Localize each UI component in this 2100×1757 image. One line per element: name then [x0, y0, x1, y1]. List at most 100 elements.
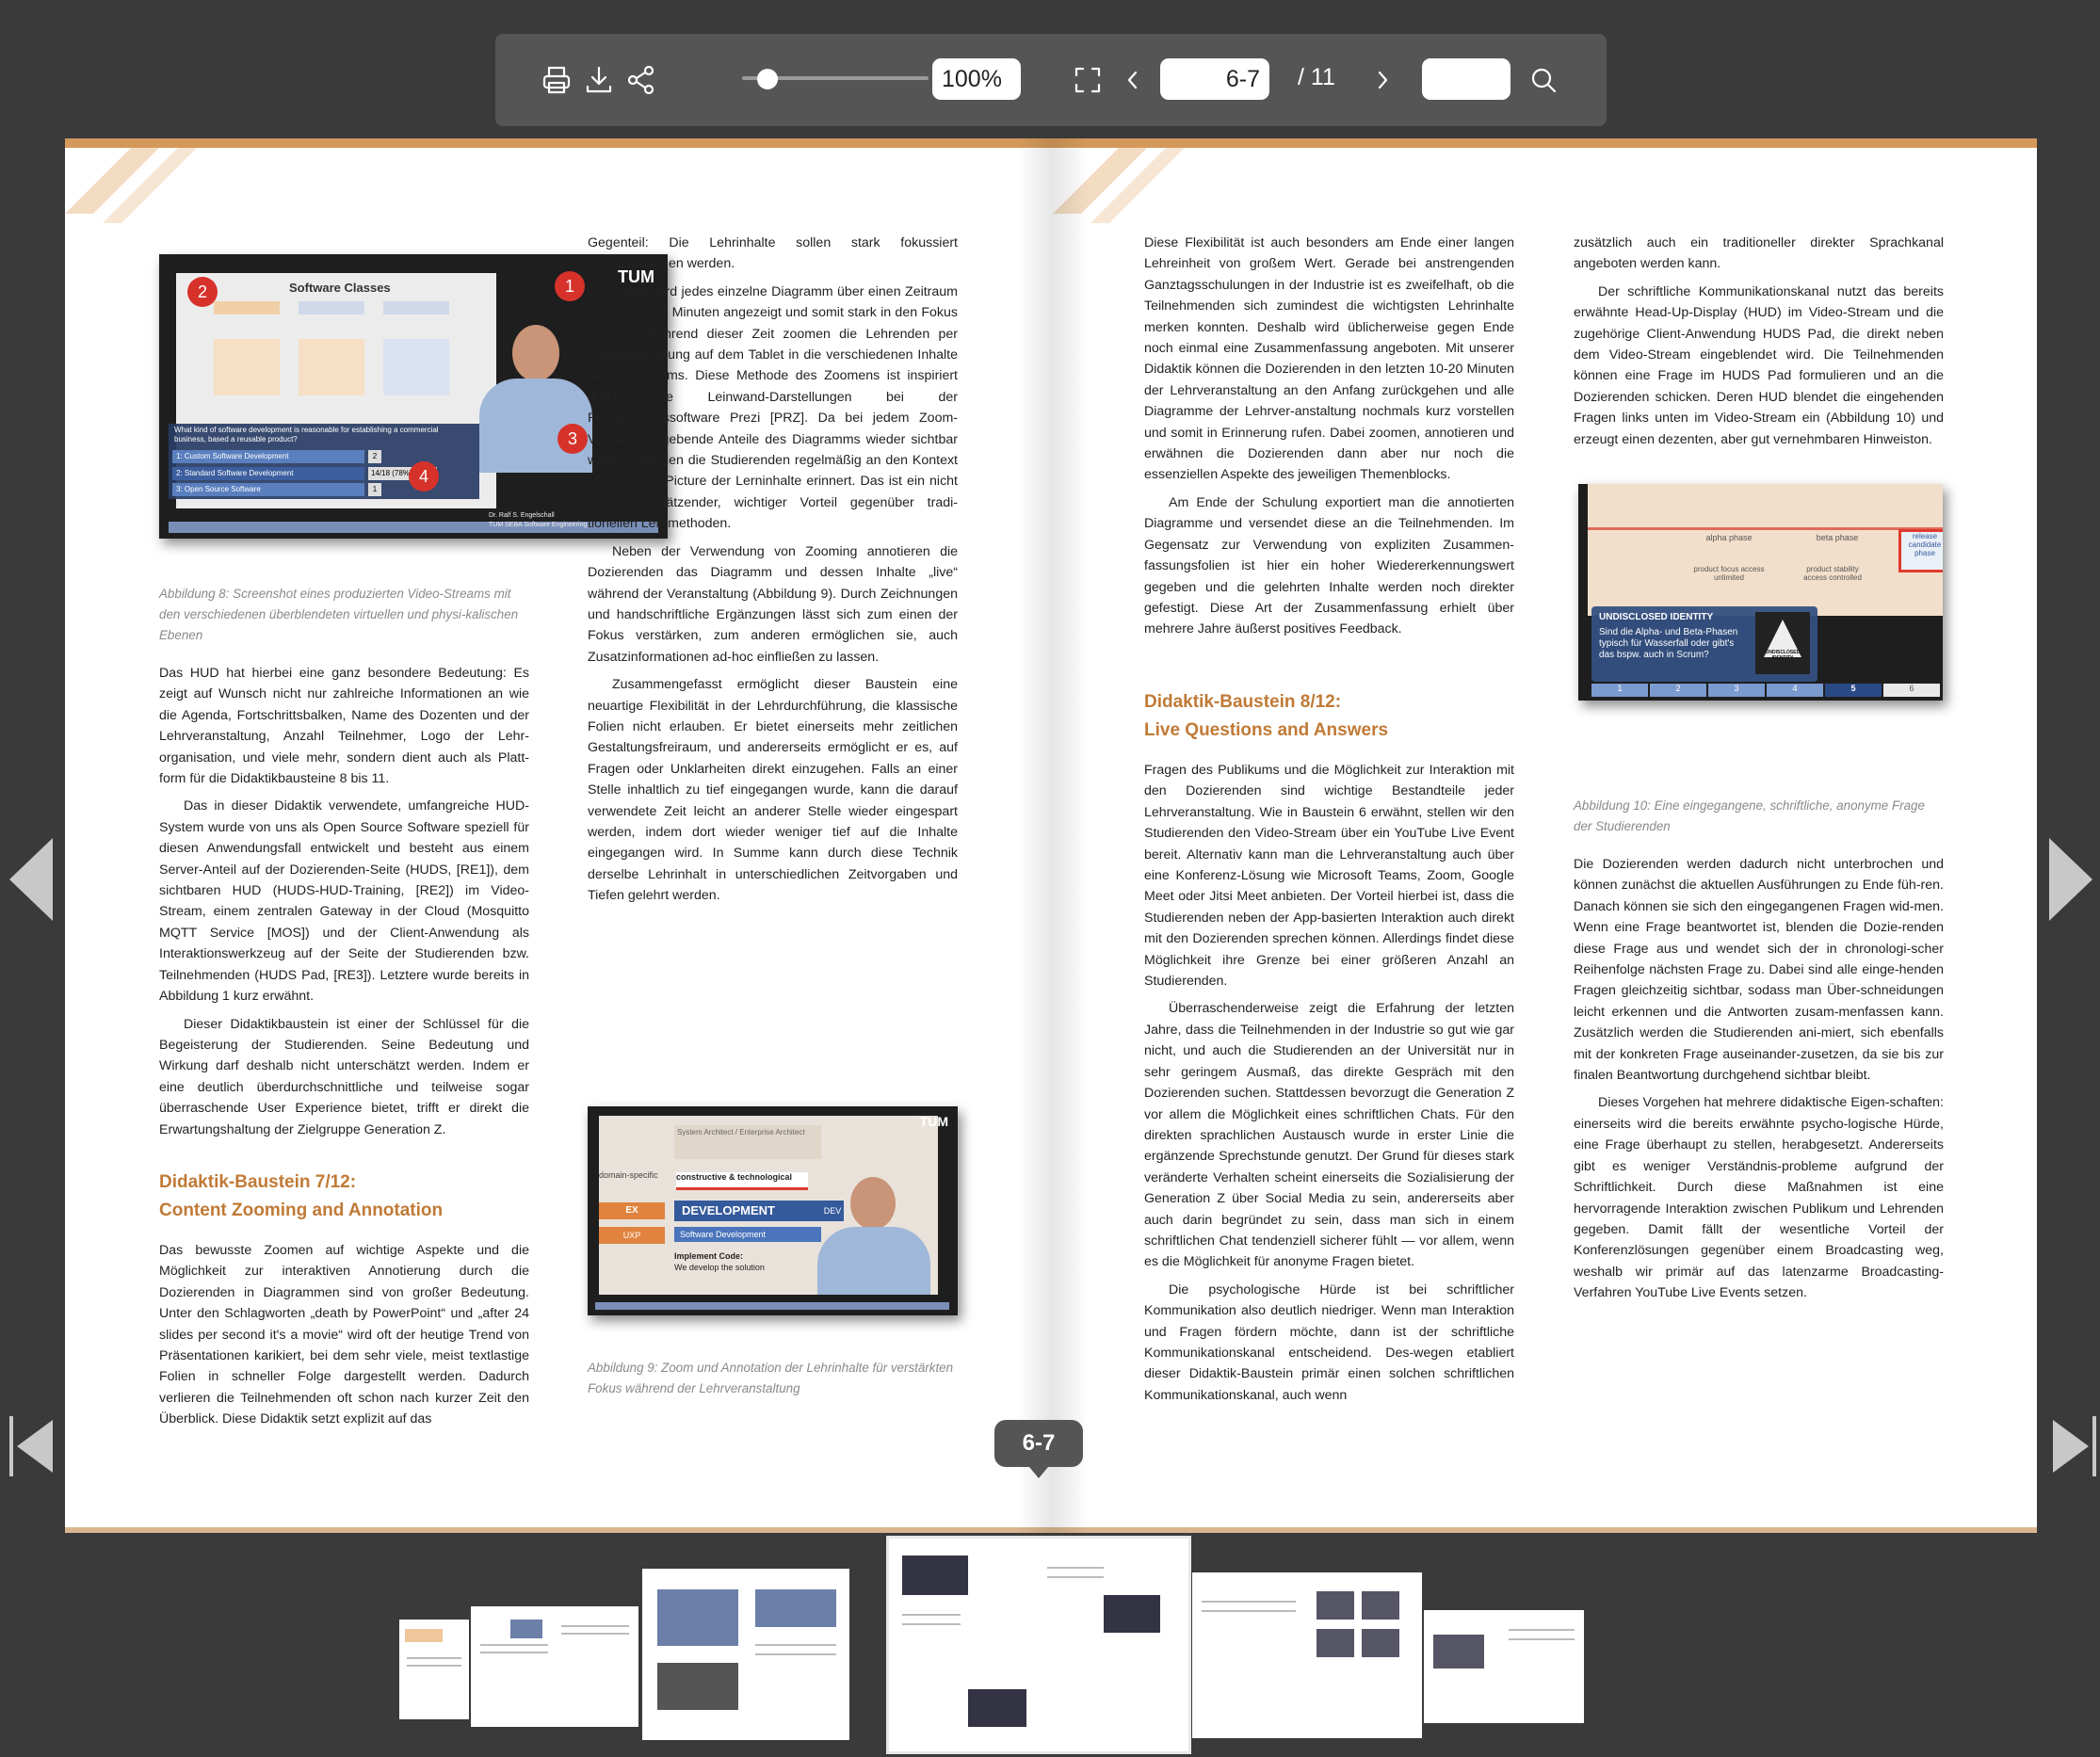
right-page-column-2b: Die Dozierenden werden dadurch nicht unt… — [1574, 854, 1944, 1311]
current-page-badge: 6-7 — [994, 1420, 1083, 1478]
thumbnail-page-8-9[interactable] — [1192, 1572, 1422, 1738]
section-heading-8-number: Didaktik-Baustein 8/12: — [1144, 692, 1342, 712]
paragraph: zusätzlich auch ein traditioneller direk… — [1574, 235, 1944, 272]
figure-10-video-screenshot: alpha phase beta phase release candidate… — [1578, 484, 1943, 701]
left-page: Software Classes TUM What kind of softwa… — [65, 138, 1053, 1533]
marker-2: 2 — [187, 277, 218, 307]
paragraph: Das bewusste Zoomen auf wichtige Aspekte… — [159, 1243, 529, 1427]
search-input[interactable] — [1422, 58, 1510, 100]
spine-shadow — [1017, 138, 1089, 1533]
paragraph: Überraschenderweise zeigt die Erfahrung … — [1144, 1001, 1514, 1270]
page-top-bar — [65, 138, 1053, 148]
paragraph: Das HUD hat hierbei eine ganz besondere … — [159, 666, 529, 787]
first-page-icon[interactable] — [9, 1416, 53, 1476]
chevron-right-icon[interactable] — [1359, 56, 1406, 104]
presenter-photo — [817, 1172, 930, 1295]
marker-1: 1 — [555, 271, 585, 301]
slide-label: beta phase — [1816, 533, 1859, 542]
right-page-column-1: Diese Flexibilität ist auch besonders am… — [1144, 233, 1514, 647]
question-text: Sind die Alpha- und Beta-Phasen typisch … — [1599, 627, 1738, 660]
viewer-toolbar: 100% 6-7 / 11 — [495, 34, 1607, 126]
agenda-progress-bar — [595, 1302, 949, 1310]
page-bottom-bar — [65, 1527, 1053, 1533]
print-icon[interactable] — [533, 56, 580, 104]
badge-label: UNDISCLOSED IDENTITY — [1765, 650, 1801, 661]
paragraph: Das in dieser Didaktik verwendete, umfan… — [159, 798, 529, 1005]
right-page-column-1b: Fragen des Publikums und die Möglichkeit… — [1144, 760, 1514, 1412]
agenda-progress-bar: 1 2 3 4 5 6 — [1591, 684, 1940, 697]
slide-label: alpha phase — [1705, 533, 1753, 542]
left-column-text: Das HUD hat hierbei eine ganz besondere … — [159, 663, 529, 1147]
progress-step: 6 — [1883, 684, 1940, 697]
paragraph: Fragen des Publikums und die Möglichkeit… — [1144, 763, 1514, 990]
chevron-left-icon[interactable] — [1109, 56, 1156, 104]
quiz-question: What kind of software development is rea… — [174, 426, 439, 443]
paragraph: Der schriftliche Kommunikationskanal nut… — [1574, 283, 1944, 447]
quiz-value-1: 2 — [368, 450, 381, 463]
page-number-input[interactable]: 6-7 — [1160, 58, 1269, 100]
slide-label: product stability access controlled — [1803, 565, 1862, 582]
annotated-label: release candidate phase — [1898, 529, 1943, 572]
paragraph: Die Dozierenden werden dadurch nicht unt… — [1574, 857, 1944, 1084]
marker-3: 3 — [557, 424, 588, 454]
fullscreen-icon[interactable] — [1064, 56, 1111, 104]
paragraph: Daher wird jedes einzelne Diagramm über … — [588, 283, 958, 532]
slide-label: UXP — [599, 1227, 665, 1244]
figure-10-caption: Abbildung 10: Eine eingegangene, schrift… — [1574, 798, 1925, 833]
progress-step: 1 — [1591, 684, 1648, 697]
progress-step: 2 — [1650, 684, 1706, 697]
right-page: Diese Flexibilität ist auch besonders am… — [1053, 138, 2037, 1533]
next-page-arrow-icon[interactable] — [2049, 838, 2092, 921]
paragraph: Gegenteil: Die Lehrinhalte sollen stark … — [588, 235, 958, 272]
presenter-name-tag: Dr. Ralf S. Engelschall — [489, 512, 555, 519]
middle-column-text: Gegenteil: Die Lehrinhalte sollen stark … — [588, 233, 958, 913]
quiz-option-2: 2: Standard Software Development — [172, 467, 364, 480]
section-heading-7-title: Content Zooming and Annotation — [159, 1201, 444, 1220]
slide-panel: System Architect / Enterprise Architect … — [599, 1116, 938, 1295]
thumbnail-page-4-5[interactable] — [642, 1569, 849, 1740]
zoom-level-input[interactable]: 100% — [932, 58, 1021, 100]
thumbnail-page-6-7-current[interactable] — [886, 1536, 1191, 1754]
anonymous-badge-icon: UNDISCLOSED IDENTITY — [1755, 612, 1810, 674]
figure-9-caption: Abbildung 9: Zoom und Annotation der Leh… — [588, 1361, 954, 1395]
section-heading-7-number: Didaktik-Baustein 7/12: — [159, 1172, 357, 1192]
paragraph: Dieses Vorgehen hat mehrere didaktische … — [1574, 1095, 1944, 1301]
quiz-option-3: 3: Open Source Software — [172, 483, 364, 496]
slide-label: DEVELOPMENT — [674, 1201, 823, 1221]
section-heading-8-title: Live Questions and Answers — [1144, 720, 1389, 740]
corner-decoration — [65, 148, 197, 223]
slide-label: We develop the solution — [674, 1263, 765, 1272]
tum-logo: TUM — [919, 1114, 948, 1129]
paragraph: Dieser Didaktikbaustein ist einer der Sc… — [159, 1016, 529, 1137]
search-icon[interactable] — [1520, 56, 1567, 104]
paragraph: Zusammengefasst ermöglicht dieser Bauste… — [588, 677, 958, 904]
progress-step: 4 — [1767, 684, 1823, 697]
slide-label: System Architect / Enterprise Architect — [674, 1125, 821, 1159]
quiz-option-1: 1: Custom Software Development — [172, 450, 364, 463]
question-title: UNDISCLOSED IDENTITY — [1599, 612, 1714, 622]
download-icon[interactable] — [575, 56, 622, 104]
thumbnail-page-1[interactable] — [399, 1620, 469, 1719]
quiz-value-3: 1 — [368, 483, 381, 496]
presenter-name-subtitle: TUM SEBA Software Engineering — [489, 522, 588, 528]
slide-panel: alpha phase beta phase release candidate… — [1588, 484, 1943, 616]
anonymous-question-overlay: UNDISCLOSED IDENTITY Sind die Alpha- und… — [1591, 606, 1817, 682]
last-page-icon[interactable] — [2053, 1416, 2096, 1476]
slide-label: Software Development — [674, 1227, 821, 1242]
figure-8-caption: Abbildung 8: Screenshot eines produziert… — [159, 587, 519, 642]
previous-page-arrow-icon[interactable] — [9, 838, 53, 921]
slide-label: product focus access unlimited — [1693, 565, 1765, 582]
slide-label: EX — [599, 1202, 665, 1219]
figure-9-video-screenshot: System Architect / Enterprise Architect … — [588, 1106, 958, 1315]
slide-title: Software Classes — [289, 281, 391, 295]
page-bottom-bar — [1053, 1527, 2037, 1533]
paragraph: Am Ende der Schulung exportiert man die … — [1144, 494, 1514, 637]
share-icon[interactable] — [618, 56, 665, 104]
annotated-label: constructive & technological — [676, 1172, 808, 1190]
slide-label: domain-specific — [599, 1170, 658, 1180]
paragraph: Neben der Verwendung von Zooming annotie… — [588, 543, 958, 665]
thumbnail-page-2-3[interactable] — [471, 1606, 638, 1727]
thumbnail-page-10-11[interactable] — [1424, 1610, 1584, 1723]
progress-step: 3 — [1708, 684, 1765, 697]
zoom-slider-handle[interactable] — [757, 69, 778, 89]
